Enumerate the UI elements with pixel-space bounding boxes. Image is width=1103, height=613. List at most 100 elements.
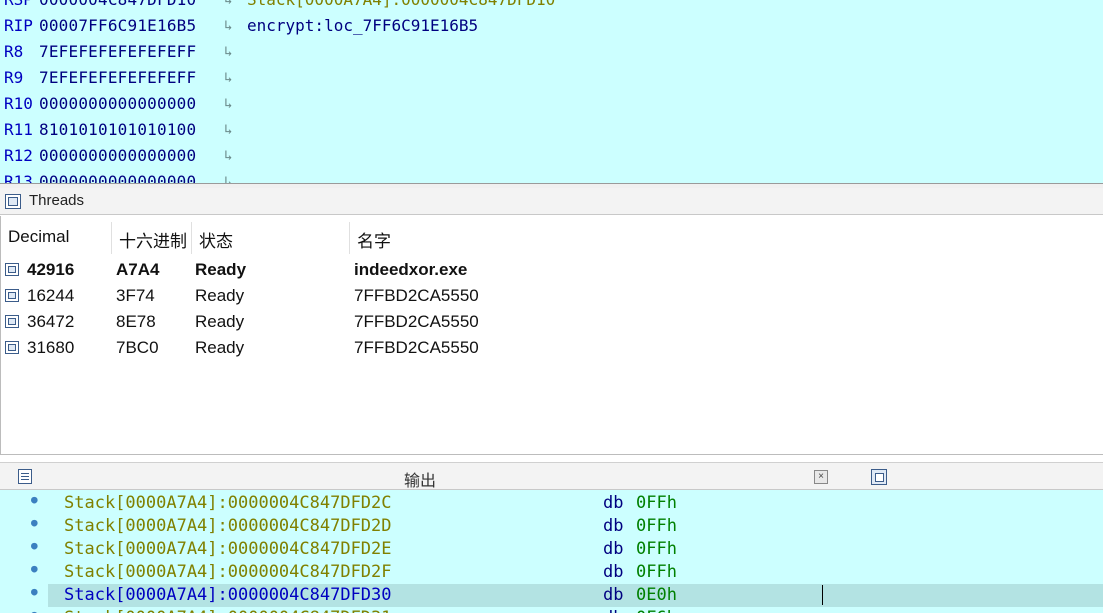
threads-title: Threads: [29, 192, 85, 209]
thread-icon: [5, 341, 19, 354]
thread-row[interactable]: 42916 A7A4 Ready indeedxor.exe: [1, 257, 1101, 283]
register-row[interactable]: R12 0000000000000000 ↳: [0, 143, 1103, 169]
thread-icon: [5, 263, 19, 276]
jump-arrow-icon[interactable]: ↳: [224, 117, 232, 143]
thread-decimal-id: 31680: [27, 338, 75, 357]
disasm-address: Stack[0000A7A4]:0000004C847DFD31: [64, 607, 392, 613]
disasm-line[interactable]: ● Stack[0000A7A4]:0000004C847DFD2F db 0FFh: [0, 561, 1103, 584]
disasm-address: Stack[0000A7A4]:0000004C847DFD2C: [64, 493, 392, 513]
jump-arrow-icon[interactable]: ↳: [224, 0, 232, 13]
thread-row[interactable]: 31680 7BC0 Ready 7FFBD2CA5550: [1, 335, 1101, 361]
jump-arrow-icon[interactable]: ↳: [224, 65, 232, 91]
disasm-opcode: db: [603, 516, 624, 536]
register-value[interactable]: 0000000000000000: [39, 91, 196, 117]
registers-pane: RSP 0000004C847DFD10 ↳ Stack[0000A7A4]:0000…: [0, 0, 1103, 183]
jump-arrow-icon[interactable]: ↳: [224, 13, 232, 39]
thread-hex-id: 8E78: [116, 312, 156, 331]
thread-decimal-id: 16244: [27, 286, 75, 305]
breakpoint-dot-icon[interactable]: ●: [31, 534, 38, 557]
disasm-opcode: db: [603, 539, 624, 559]
disasm-opcode: db: [603, 562, 624, 582]
thread-row[interactable]: 16244 3F74 Ready 7FFBD2CA5550: [1, 283, 1101, 309]
thread-state: Ready: [195, 260, 247, 279]
register-value[interactable]: 00007FF6C91E16B5: [39, 13, 196, 39]
register-name: R12: [4, 146, 33, 165]
disasm-address: Stack[0000A7A4]:0000004C847DFD2F: [64, 562, 392, 582]
disasm-line[interactable]: ●Stack[0000A7A4]:0000004C847DFD31db0F6h: [0, 607, 1103, 613]
output-list-icon[interactable]: [18, 469, 32, 484]
column-divider[interactable]: [191, 222, 192, 254]
output-title: 输出: [404, 473, 437, 490]
disasm-opcode: db: [603, 607, 623, 613]
disasm-opcode: db: [603, 493, 624, 513]
breakpoint-dot-icon[interactable]: ●: [31, 490, 38, 511]
register-name: RIP: [4, 16, 33, 35]
output-title-bar[interactable]: 输出 ×: [0, 462, 1103, 490]
thread-row[interactable]: 36472 8E78 Ready 7FFBD2CA5550: [1, 309, 1101, 335]
register-value[interactable]: 0000000000000000: [39, 169, 196, 183]
register-row[interactable]: R10 0000000000000000 ↳: [0, 91, 1103, 117]
disasm-line[interactable]: ● Stack[0000A7A4]:0000004C847DFD30 db 0E0h: [31, 584, 1103, 607]
col-header-hex[interactable]: 十六进制: [119, 227, 189, 252]
register-name: R10: [4, 94, 33, 113]
threads-title-bar[interactable]: Threads: [0, 188, 1103, 215]
disasm-address: Stack[0000A7A4]:0000004C847DFD2D: [64, 516, 392, 536]
disasm-operand: 0E0h: [636, 585, 677, 605]
register-value[interactable]: 7EFEFEFEFEFEFEFF: [39, 39, 196, 65]
register-value[interactable]: 7EFEFEFEFEFEFEFF: [39, 65, 196, 91]
jump-arrow-icon[interactable]: ↳: [224, 169, 232, 183]
thread-icon: [5, 289, 19, 302]
thread-hex-id: A7A4: [116, 260, 160, 279]
register-row[interactable]: R13 0000000000000000 ↳: [0, 169, 1103, 183]
thread-hex-id: 3F74: [116, 286, 155, 305]
disasm-operand: 0FFh: [636, 516, 677, 536]
thread-name: 7FFBD2CA5550: [354, 286, 479, 305]
disasm-operand: 0F6h: [636, 607, 677, 613]
output-disassembly-pane[interactable]: ● Stack[0000A7A4]:0000004C847DFD2C db 0FFh ●…: [0, 490, 1103, 613]
register-row[interactable]: R8 7EFEFEFEFEFEFEFF ↳: [0, 39, 1103, 65]
disasm-opcode: db: [603, 585, 624, 605]
window-options-icon[interactable]: [871, 469, 887, 485]
register-reference[interactable]: Stack[0000A7A4]:0000004C847DFD10: [247, 0, 555, 13]
register-name: R9: [4, 68, 24, 87]
thread-state: Ready: [195, 338, 245, 357]
register-row[interactable]: RSP 0000004C847DFD10 ↳ Stack[0000A7A4]:0000…: [0, 0, 1103, 13]
thread-icon: [5, 315, 19, 328]
breakpoint-dot-icon[interactable]: ●: [31, 580, 38, 603]
register-name: R8: [4, 42, 24, 61]
col-header-decimal[interactable]: Decimal: [8, 227, 69, 247]
thread-decimal-id: 42916: [27, 260, 75, 279]
disasm-line[interactable]: ● Stack[0000A7A4]:0000004C847DFD2D db 0FFh: [0, 515, 1103, 538]
disasm-address: Stack[0000A7A4]:0000004C847DFD30: [64, 585, 392, 605]
thread-state: Ready: [195, 312, 245, 331]
disasm-line[interactable]: ● Stack[0000A7A4]:0000004C847DFD2C db 0FFh: [0, 492, 1103, 515]
threads-table: Decimal 十六进制 状态 名字 42916 A7A4 Ready indeedx…: [0, 216, 1103, 455]
breakpoint-dot-icon[interactable]: ●: [31, 511, 38, 534]
thread-decimal-id: 36472: [27, 312, 75, 331]
disasm-operand: 0FFh: [636, 562, 677, 582]
breakpoint-dot-icon[interactable]: ●: [31, 603, 38, 613]
disasm-line[interactable]: ● Stack[0000A7A4]:0000004C847DFD2E db 0FFh: [0, 538, 1103, 561]
register-value[interactable]: 8101010101010100: [39, 117, 196, 143]
register-reference[interactable]: encrypt:loc_7FF6C91E16B5: [247, 13, 478, 39]
register-name: R11: [4, 120, 33, 139]
register-row[interactable]: R11 8101010101010100 ↳: [0, 117, 1103, 143]
thread-name: 7FFBD2CA5550: [354, 338, 479, 357]
register-value[interactable]: 0000004C847DFD10: [39, 0, 196, 13]
register-value[interactable]: 0000000000000000: [39, 143, 196, 169]
jump-arrow-icon[interactable]: ↳: [224, 39, 232, 65]
column-divider[interactable]: [111, 222, 112, 254]
jump-arrow-icon[interactable]: ↳: [224, 91, 232, 117]
close-icon[interactable]: ×: [814, 470, 828, 484]
register-row[interactable]: R9 7EFEFEFEFEFEFEFF ↳: [0, 65, 1103, 91]
disasm-operand: 0FFh: [636, 539, 677, 559]
threads-window-icon: [5, 194, 21, 209]
col-header-state[interactable]: 状态: [199, 227, 233, 252]
register-row[interactable]: RIP 00007FF6C91E16B5 ↳ encrypt:loc_7FF6C91E…: [0, 13, 1103, 39]
disasm-address: Stack[0000A7A4]:0000004C847DFD2E: [64, 539, 392, 559]
jump-arrow-icon[interactable]: ↳: [224, 143, 232, 169]
column-divider[interactable]: [349, 222, 350, 254]
thread-name: indeedxor.exe: [354, 260, 468, 279]
breakpoint-dot-icon[interactable]: ●: [31, 557, 38, 580]
col-header-name[interactable]: 名字: [357, 227, 391, 252]
